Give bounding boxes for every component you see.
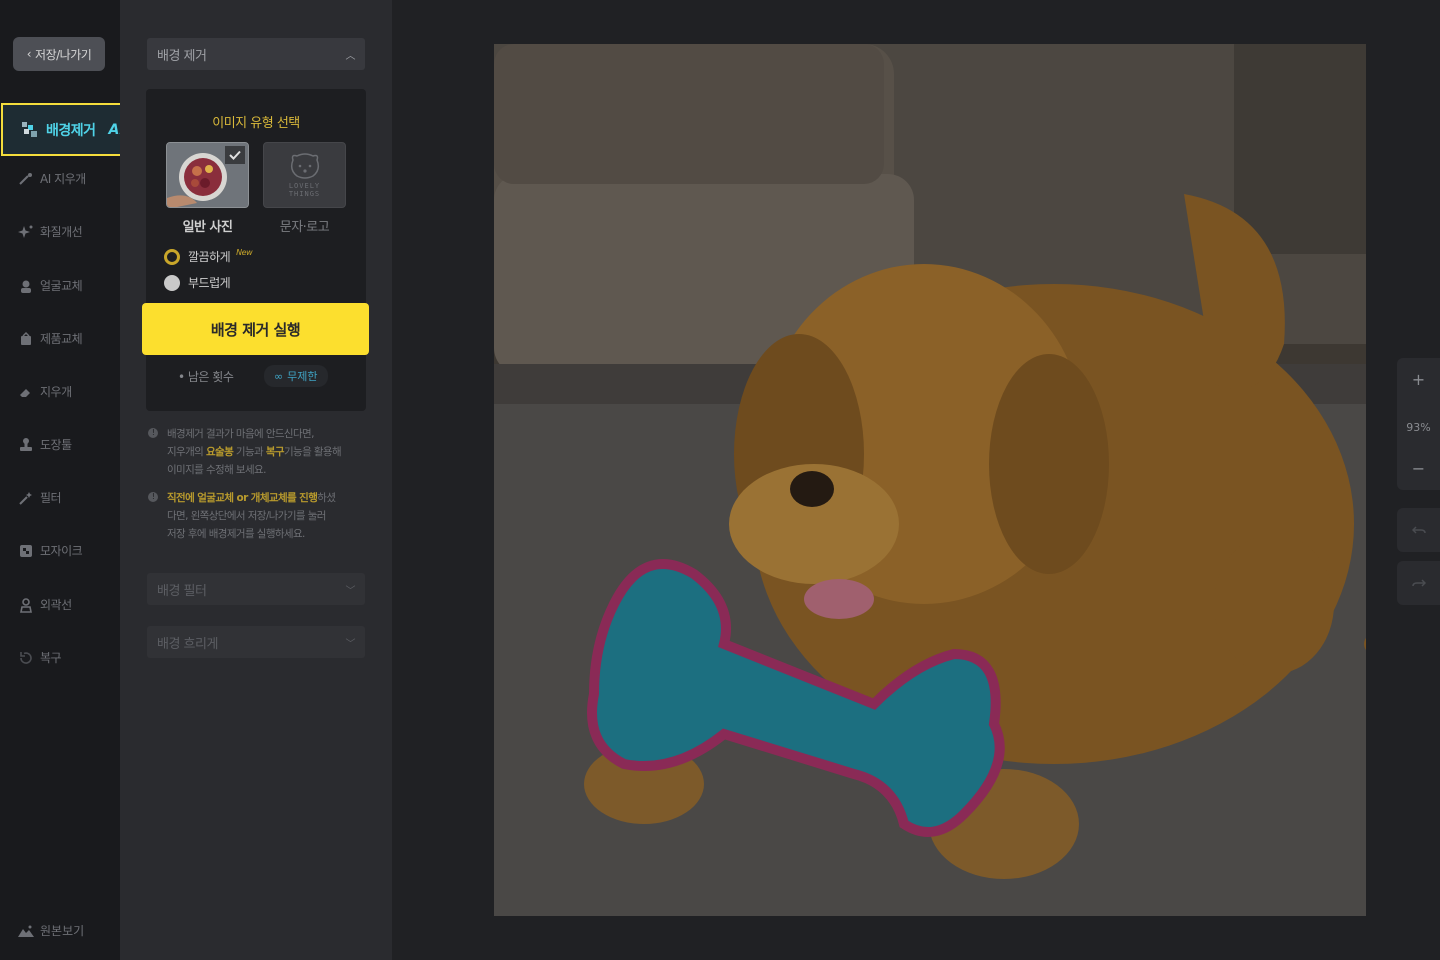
chevron-down-icon: ﹀ xyxy=(345,585,356,597)
tool-label: 필터 xyxy=(40,491,62,505)
new-badge: New xyxy=(236,248,253,257)
face-swap-icon xyxy=(21,280,31,293)
mode-soft-option[interactable]: 부드럽게 xyxy=(164,274,231,291)
tool-label: 도장툴 xyxy=(40,438,72,452)
accordion-title: 배경 필터 xyxy=(157,583,207,599)
tool-label: AI 지우개 xyxy=(40,172,86,186)
radio-selected[interactable] xyxy=(164,248,180,265)
tool-eraser[interactable]: 지우개 xyxy=(18,383,72,400)
tool-label: 지우개 xyxy=(40,385,72,399)
tool-filter[interactable]: 필터 xyxy=(18,489,62,506)
help-note-2: ! 직전에 얼굴교체 or 개체교체를 진행하셨 다면, 왼쪽상단에서 저장/나… xyxy=(148,489,368,543)
image-type-title: 이미지 유형 선택 xyxy=(212,116,300,131)
tool-label: 복구 xyxy=(40,651,62,665)
mountain-image-icon xyxy=(18,925,34,937)
selected-check-icon xyxy=(225,146,245,164)
bg-filter-accordion-header[interactable]: 배경 필터 ﹀ xyxy=(147,573,365,605)
chevron-left-icon: ‹ xyxy=(26,47,32,61)
chevron-down-icon: ﹀ xyxy=(345,638,356,650)
note-line: 저장 후에 배경제거를 실행하세요. xyxy=(167,528,305,540)
tool-face-swap[interactable]: 얼굴교체 xyxy=(18,277,83,294)
radio-unselected[interactable] xyxy=(164,274,180,291)
remaining-count-badge: ∞ 무제한 xyxy=(264,365,328,387)
tool-label: 외곽선 xyxy=(40,598,72,612)
tool-label: 제품교체 xyxy=(40,332,83,346)
zoom-in-button[interactable]: + xyxy=(1397,370,1440,389)
chevron-up-icon: ︿ xyxy=(345,50,356,62)
mosaic-icon xyxy=(20,544,32,557)
undo-icon xyxy=(1411,526,1426,534)
info-icon: ! xyxy=(148,492,158,502)
tool-ai-eraser[interactable]: AI 지우개 xyxy=(18,170,86,187)
tool-stamp[interactable]: 도장툴 xyxy=(18,436,72,453)
view-original-label: 원본보기 xyxy=(40,924,85,938)
tool-bg-removal-label: 배경제거 xyxy=(46,122,96,139)
bg-removal-accordion-header[interactable]: 배경 제거 ︿ xyxy=(147,38,365,70)
note-line: 직전에 얼굴교체 or 개체교체를 진행하셨 xyxy=(167,492,336,504)
undo-button[interactable] xyxy=(1397,508,1440,552)
stamp-icon xyxy=(20,437,32,451)
view-original-button[interactable]: 원본보기 xyxy=(18,922,84,939)
tool-enhance[interactable]: 화질개선 xyxy=(18,223,83,240)
mode-clean-option[interactable]: 깔끔하게 New xyxy=(164,248,253,265)
note-line: 지우개의 요술봉 기능과 복구기능을 활용해 xyxy=(167,446,342,458)
tool-outline[interactable]: 외곽선 xyxy=(18,596,72,613)
save-exit-button[interactable]: ‹ 저장/나가기 xyxy=(13,37,105,71)
filter-wand-icon xyxy=(19,491,32,505)
edited-photo[interactable] xyxy=(494,44,1366,916)
accordion-title: 배경 흐리게 xyxy=(157,636,218,652)
options-panel: 배경 제거 ︿ 이미지 유형 선택 LOVELY THINGS 일반 사진 문자… xyxy=(120,0,392,960)
magic-eraser-icon xyxy=(19,172,32,185)
tool-label: 화질개선 xyxy=(40,225,83,239)
restore-icon xyxy=(20,651,32,664)
note-line: 다면, 왼쪽상단에서 저장/나가기를 눌러 xyxy=(167,510,326,522)
bg-removal-card: 이미지 유형 선택 LOVELY THINGS 일반 사진 문자·로고 깔끔하게… xyxy=(146,89,366,411)
accordion-title: 배경 제거 xyxy=(157,48,207,64)
tool-rail: ‹ 저장/나가기 배경제거 AI. AI 지우개 화질개선 얼굴교체 제품교체 xyxy=(0,0,150,960)
note-line: 배경제거 결과가 마음에 안드신다면, xyxy=(167,428,314,440)
save-exit-label: 저장/나가기 xyxy=(35,47,92,62)
logo-text-line1: LOVELY xyxy=(288,182,321,190)
editor-app: ‹ 저장/나가기 배경제거 AI. AI 지우개 화질개선 얼굴교체 제품교체 xyxy=(0,0,1440,960)
help-note-1: ! 배경제거 결과가 마음에 안드신다면, 지우개의 요술봉 기능과 복구기능을… xyxy=(148,425,368,479)
tool-restore[interactable]: 복구 xyxy=(18,649,62,666)
type-photo-label: 일반 사진 xyxy=(182,220,233,235)
tool-mosaic[interactable]: 모자이크 xyxy=(18,542,83,559)
tool-label: 모자이크 xyxy=(40,544,83,558)
zoom-control: + 93% − xyxy=(1397,358,1440,490)
mode-soft-label: 부드럽게 xyxy=(188,276,231,290)
tool-product-swap[interactable]: 제품교체 xyxy=(18,330,83,347)
type-logo-label: 문자·로고 xyxy=(279,220,330,235)
type-photo-thumb[interactable] xyxy=(166,142,249,208)
run-bg-removal-button[interactable]: 배경 제거 실행 xyxy=(142,303,369,355)
info-icon: ! xyxy=(148,428,158,438)
dog-with-bone-toy-image xyxy=(494,44,1366,916)
redo-button[interactable] xyxy=(1397,561,1440,605)
remaining-count-value: 무제한 xyxy=(287,370,318,383)
outline-person-icon xyxy=(20,597,32,613)
bg-blur-accordion-header[interactable]: 배경 흐리게 ﹀ xyxy=(147,626,365,658)
zoom-out-button[interactable]: − xyxy=(1397,459,1440,478)
bear-logo-icon xyxy=(290,153,319,179)
image-canvas: + 93% − xyxy=(392,0,1440,960)
infinity-icon: ∞ xyxy=(274,369,284,383)
mode-clean-label: 깔끔하게 xyxy=(188,250,231,264)
redo-icon xyxy=(1411,579,1426,587)
note-line: 이미지를 수정해 보세요. xyxy=(167,464,266,476)
remaining-count-label: • 남은 횟수 xyxy=(178,370,234,384)
product-swap-icon xyxy=(21,331,31,345)
eraser-icon xyxy=(20,388,30,397)
sparkle-icon xyxy=(18,225,33,238)
tool-label: 얼굴교체 xyxy=(40,279,83,293)
bg-removal-icon xyxy=(22,121,37,137)
type-logo-thumb[interactable]: LOVELY THINGS xyxy=(263,142,346,208)
logo-text-line2: THINGS xyxy=(288,190,321,198)
zoom-level: 93% xyxy=(1406,421,1431,434)
